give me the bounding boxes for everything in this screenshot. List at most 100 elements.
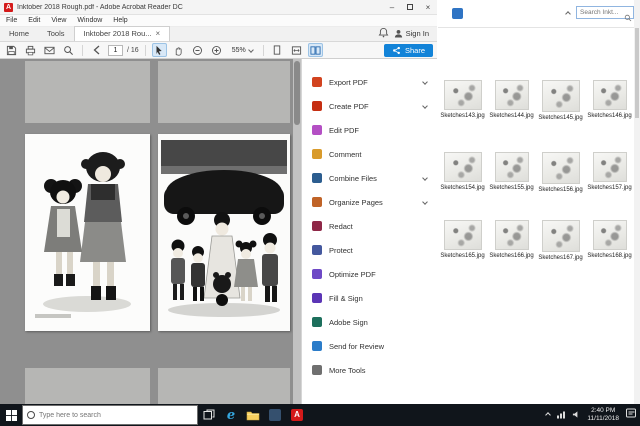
document-area[interactable] — [0, 59, 301, 404]
edit-pdf-icon — [312, 125, 322, 135]
edge-icon[interactable]: e — [220, 404, 242, 426]
file-item[interactable]: Sketches143.jpg — [438, 80, 487, 121]
tool-export-pdf[interactable]: Export PDF — [302, 70, 437, 94]
chevron-down-icon — [422, 103, 428, 109]
document-scrollbar[interactable] — [293, 59, 301, 404]
start-button[interactable] — [0, 404, 22, 426]
pdf-page-left[interactable] — [25, 134, 150, 331]
menu-edit[interactable]: Edit — [28, 17, 40, 24]
maximize-icon — [407, 4, 413, 10]
fit-width-icon[interactable] — [289, 43, 304, 57]
single-page-view-icon[interactable] — [270, 43, 285, 57]
file-name: Sketches156.jpg — [538, 187, 583, 193]
file-item[interactable]: Sketches154.jpg — [438, 152, 487, 193]
tool-comment[interactable]: Comment — [302, 142, 437, 166]
partial-page-below-right[interactable] — [158, 368, 290, 404]
adobe-reader-taskbar-icon[interactable]: A — [286, 404, 308, 426]
explorer-scrollbar-thumb[interactable] — [635, 28, 639, 118]
notifications-bell-icon[interactable] — [378, 25, 389, 43]
partial-page-above-right[interactable] — [158, 61, 290, 123]
tool-edit-pdf[interactable]: Edit PDF — [302, 118, 437, 142]
file-name: Sketches166.jpg — [489, 253, 534, 259]
file-item[interactable]: Sketches156.jpg — [536, 152, 585, 193]
tool-send-for-review[interactable]: Send for Review — [302, 334, 437, 358]
file-item[interactable]: Sketches167.jpg — [536, 220, 585, 261]
file-explorer-icon[interactable] — [242, 404, 264, 426]
tool-optimize-pdf[interactable]: Optimize PDF — [302, 262, 437, 286]
menu-help[interactable]: Help — [113, 17, 127, 24]
tray-expand-icon[interactable] — [545, 412, 552, 418]
zoom-out-icon[interactable] — [190, 43, 205, 57]
tool-organize-pages[interactable]: Organize Pages — [302, 190, 437, 214]
selection-tool-icon[interactable] — [151, 43, 167, 57]
file-thumbnail — [494, 152, 529, 182]
two-page-view-icon[interactable] — [307, 43, 323, 57]
generic-app-icon[interactable] — [264, 404, 286, 426]
tool-combine-files[interactable]: Combine Files — [302, 166, 437, 190]
pdf-page-right[interactable] — [158, 134, 290, 331]
explorer-window: Sketches143.jpg Sketches144.jpg Sketches… — [438, 0, 640, 404]
ribbon-collapse-icon[interactable] — [565, 11, 571, 17]
export-pdf-icon — [312, 77, 322, 87]
menu-window[interactable]: Window — [77, 17, 102, 24]
taskbar-clock[interactable]: 2:40 PM 11/11/2018 — [587, 407, 619, 423]
save-icon[interactable] — [4, 43, 19, 57]
task-view-button[interactable] — [198, 404, 220, 426]
network-icon[interactable] — [556, 406, 566, 424]
file-row: Sketches154.jpg Sketches155.jpg Sketches… — [438, 152, 634, 193]
file-item[interactable]: Sketches165.jpg — [438, 220, 487, 261]
tab-tools[interactable]: Tools — [38, 26, 74, 41]
tool-redact[interactable]: Redact — [302, 214, 437, 238]
desktop: A Inktober 2018 Rough.pdf - Adobe Acroba… — [0, 0, 640, 426]
file-item[interactable]: Sketches145.jpg — [536, 80, 585, 121]
explorer-scrollbar[interactable] — [634, 0, 640, 404]
page-number-input[interactable] — [108, 44, 123, 56]
document-scrollbar-thumb[interactable] — [294, 61, 300, 125]
partial-page-above-left[interactable] — [25, 61, 150, 123]
zoom-level-dropdown[interactable]: 55% — [228, 45, 257, 56]
chevron-down-icon — [247, 47, 254, 53]
action-center-icon[interactable] — [625, 406, 637, 424]
taskbar-search-input[interactable] — [39, 411, 179, 419]
tool-fill-sign[interactable]: Fill & Sign — [302, 286, 437, 310]
file-item[interactable]: Sketches157.jpg — [585, 152, 634, 193]
chevron-down-icon — [422, 79, 428, 85]
email-icon[interactable] — [42, 43, 57, 57]
file-item[interactable]: Sketches166.jpg — [487, 220, 536, 261]
close-button[interactable]: × — [419, 0, 437, 15]
acrobat-toolbar: / 16 55% — [0, 42, 437, 59]
file-item[interactable]: Sketches155.jpg — [487, 152, 536, 193]
sign-in-button[interactable]: Sign In — [394, 29, 429, 38]
minimize-button[interactable]: – — [383, 0, 401, 15]
zoom-in-icon[interactable] — [209, 43, 224, 57]
search-icon[interactable] — [61, 43, 76, 57]
file-item[interactable]: Sketches146.jpg — [585, 80, 634, 121]
toolbar-separator — [82, 44, 83, 56]
file-thumbnail — [443, 80, 482, 110]
file-item[interactable]: Sketches144.jpg — [487, 80, 536, 121]
acrobat-titlebar: A Inktober 2018 Rough.pdf - Adobe Acroba… — [0, 0, 437, 15]
tool-protect[interactable]: Protect — [302, 238, 437, 262]
volume-icon[interactable] — [572, 406, 581, 424]
ribbon-app-icon[interactable] — [452, 8, 463, 19]
share-button[interactable]: Share — [383, 43, 433, 57]
tab-document[interactable]: Inktober 2018 Rou... × — [73, 26, 171, 41]
tool-more-tools[interactable]: More Tools — [302, 358, 437, 382]
file-item[interactable]: Sketches168.jpg — [585, 220, 634, 261]
hand-tool-icon[interactable] — [171, 43, 186, 57]
windows-logo-icon — [5, 409, 17, 421]
partial-page-below-left[interactable] — [25, 368, 150, 404]
tab-home[interactable]: Home — [0, 26, 38, 41]
file-row: Sketches165.jpg Sketches166.jpg Sketches… — [438, 220, 634, 261]
print-icon[interactable] — [23, 43, 38, 57]
close-tab-icon[interactable]: × — [156, 29, 161, 38]
tool-adobe-sign[interactable]: Adobe Sign — [302, 310, 437, 334]
tool-create-pdf[interactable]: Create PDF — [302, 94, 437, 118]
previous-page-icon[interactable] — [89, 43, 104, 57]
taskbar-search[interactable] — [22, 405, 198, 425]
maximize-button[interactable] — [401, 0, 419, 15]
menu-view[interactable]: View — [51, 17, 66, 24]
menu-file[interactable]: File — [6, 17, 17, 24]
system-tray: 2:40 PM 11/11/2018 — [545, 404, 640, 426]
file-name: Sketches146.jpg — [587, 113, 632, 119]
